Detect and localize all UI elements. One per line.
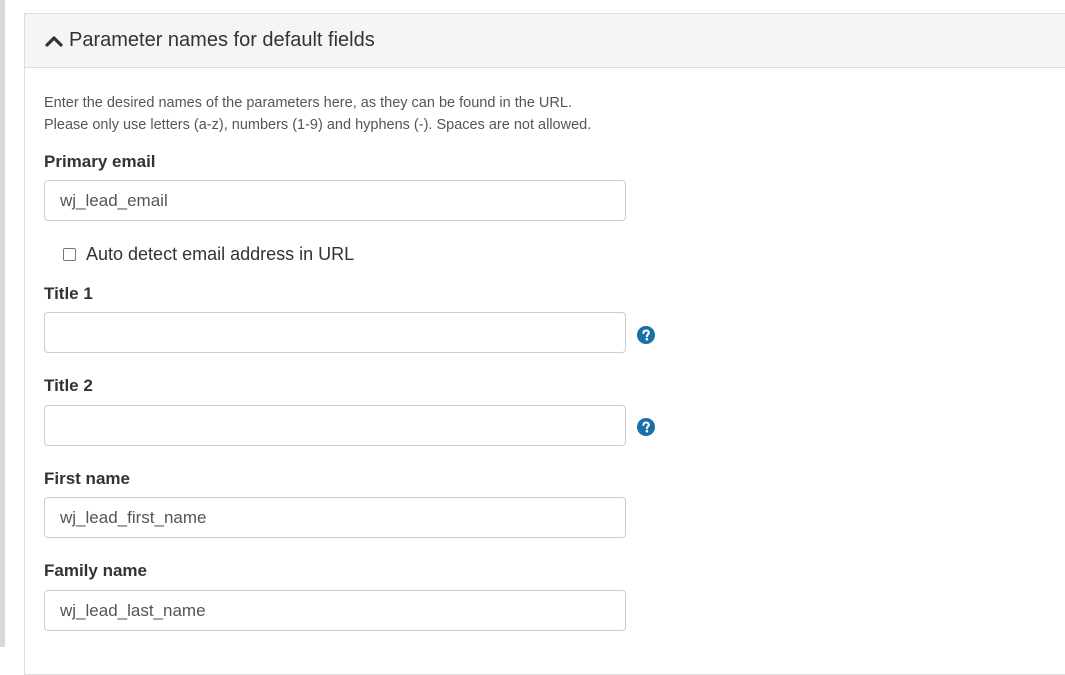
left-border [0, 0, 5, 647]
question-circle-icon[interactable] [637, 418, 655, 436]
auto-detect-label: Auto detect email address in URL [86, 244, 355, 264]
title-2-input[interactable] [44, 405, 626, 446]
question-circle-icon[interactable] [637, 326, 655, 344]
auto-detect-row[interactable]: Auto detect email address in URL [63, 244, 354, 265]
primary-email-label: Primary email [44, 152, 156, 171]
help-text-line-1: Enter the desired names of the parameter… [44, 95, 572, 111]
panel-title: Parameter names for default fields [69, 29, 375, 51]
parameter-names-panel: Parameter names for default fields Enter… [24, 13, 1065, 675]
family-name-label: Family name [44, 561, 147, 580]
title-1-label: Title 1 [44, 284, 93, 303]
auto-detect-checkbox[interactable] [63, 248, 76, 261]
first-name-label: First name [44, 469, 130, 488]
panel-heading-toggle[interactable]: Parameter names for default fields [25, 14, 1065, 68]
first-name-input[interactable] [44, 497, 626, 538]
help-text: Enter the desired names of the parameter… [44, 92, 591, 136]
family-name-input[interactable] [44, 590, 626, 631]
help-text-line-2: Please only use letters (a-z), numbers (… [44, 117, 592, 133]
title-1-input[interactable] [44, 312, 626, 353]
title-2-label: Title 2 [44, 376, 93, 395]
chevron-up-icon [45, 35, 63, 47]
primary-email-input[interactable] [44, 180, 626, 221]
